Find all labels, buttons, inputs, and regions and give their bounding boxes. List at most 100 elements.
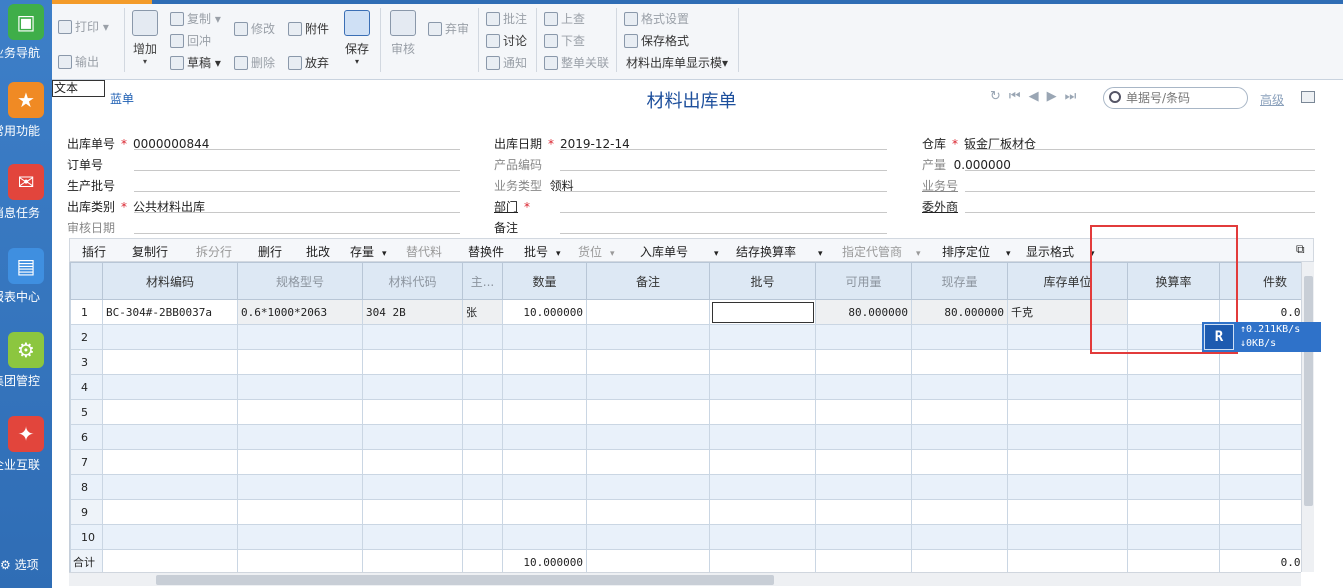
audit-icon bbox=[390, 10, 416, 36]
export-icon bbox=[58, 54, 72, 69]
dept-field[interactable]: 部门 * bbox=[494, 198, 536, 215]
discard-audit-button[interactable]: 弃审 bbox=[428, 20, 469, 37]
discuss-icon bbox=[486, 33, 500, 48]
sort-locate-button[interactable]: 排序定位 ▾ bbox=[942, 243, 1011, 260]
insert-row-button[interactable]: 插行 bbox=[82, 243, 106, 260]
options-button[interactable]: ⚙ 选项 bbox=[0, 556, 52, 573]
paperclip-icon bbox=[288, 21, 302, 36]
display-format-button[interactable]: 显示格式 ▾ bbox=[1026, 243, 1095, 260]
abandon-button[interactable]: 放弃 bbox=[288, 54, 329, 71]
print-button[interactable]: 打印 ▾ bbox=[58, 18, 109, 35]
total-row: 合计 10.000000 0.00000 bbox=[70, 549, 1301, 572]
gear-icon: ⚙ bbox=[0, 558, 11, 572]
advanced-link[interactable]: 高级 bbox=[1260, 91, 1284, 108]
col-rownum bbox=[70, 262, 103, 300]
annotate-button[interactable]: 批注 bbox=[486, 10, 527, 27]
table-row[interactable]: 9 bbox=[70, 499, 1301, 525]
whole-link-button[interactable]: 整单关联 bbox=[544, 54, 609, 71]
save-format-icon bbox=[624, 33, 638, 48]
audit-date-field: 审核日期 bbox=[67, 221, 116, 235]
first-record-icon[interactable]: ⏮ bbox=[1009, 89, 1021, 104]
down-query-button[interactable]: 下查 bbox=[544, 32, 585, 49]
outsource-field[interactable]: 委外商 bbox=[922, 198, 958, 215]
save-icon bbox=[344, 10, 370, 36]
col-remark[interactable]: 备注 bbox=[586, 262, 710, 300]
attach-button[interactable]: 附件 bbox=[288, 20, 329, 37]
table-row[interactable]: 5 bbox=[70, 399, 1301, 425]
table-row[interactable]: 10 bbox=[70, 524, 1301, 550]
search-input[interactable]: 单据号/条码 bbox=[1103, 87, 1248, 109]
substitute-button[interactable]: 替代料 bbox=[406, 243, 442, 260]
next-record-icon[interactable]: ▶ bbox=[1047, 89, 1057, 104]
link-icon bbox=[544, 55, 558, 70]
stock-button[interactable]: 存量 ▾ bbox=[350, 243, 387, 260]
delete-button[interactable]: 删除 bbox=[234, 54, 275, 71]
prev-record-icon[interactable]: ◀ bbox=[1029, 89, 1039, 104]
format-icon bbox=[624, 11, 638, 26]
copy-row-button[interactable]: 复制行 bbox=[132, 243, 168, 260]
notify-icon bbox=[486, 55, 500, 70]
custodian-button[interactable]: 指定代管商 ▾ bbox=[842, 243, 921, 260]
discuss-button[interactable]: 讨论 bbox=[486, 32, 527, 49]
batch-field[interactable]: 生产批号 bbox=[67, 177, 115, 194]
col-batch[interactable]: 批号 bbox=[709, 262, 816, 300]
abandon-icon bbox=[288, 55, 302, 70]
delete-icon bbox=[234, 55, 248, 70]
batch-no-button[interactable]: 批号 ▾ bbox=[524, 243, 561, 260]
sidebar-item-reports[interactable]: ▤ 报表中心 bbox=[0, 248, 52, 305]
save-format-button[interactable]: 保存格式 bbox=[624, 32, 689, 49]
col-mcode[interactable]: 材料代码 bbox=[362, 262, 463, 300]
product-code-field[interactable]: 产品编码 bbox=[494, 156, 542, 173]
add-button[interactable]: 增加 ▾ bbox=[132, 10, 158, 66]
replace-part-button[interactable]: 替换件 bbox=[468, 243, 504, 260]
org-chart-icon: ▣ bbox=[8, 4, 44, 40]
sidebar-item-group[interactable]: ⚙ 集团管控 bbox=[0, 332, 52, 389]
table-row[interactable]: 6 bbox=[70, 424, 1301, 450]
table-row[interactable]: 8 bbox=[70, 474, 1301, 500]
copy-button[interactable]: 复制 ▾ bbox=[170, 10, 221, 27]
up-query-icon bbox=[544, 11, 558, 26]
remark-field[interactable]: 备注 bbox=[494, 219, 518, 236]
record-navigation: ↻ ⏮ ◀ ▶ ⏭ bbox=[990, 89, 1076, 104]
table-row[interactable]: 7 bbox=[70, 449, 1301, 475]
horizontal-scrollbar[interactable] bbox=[69, 572, 1301, 586]
search-icon bbox=[1109, 91, 1121, 103]
split-row-button[interactable]: 拆分行 bbox=[196, 243, 232, 260]
format-settings-button[interactable]: 格式设置 bbox=[624, 10, 689, 27]
sidebar-item-nav[interactable]: ▣ 业务导航 bbox=[0, 4, 52, 61]
reverse-icon bbox=[170, 33, 184, 48]
notify-button[interactable]: 通知 bbox=[486, 54, 527, 71]
location-button[interactable]: 货位 ▾ bbox=[578, 243, 615, 260]
down-query-icon bbox=[544, 33, 558, 48]
refresh-icon[interactable]: ↻ bbox=[990, 89, 1001, 104]
balance-rate-button[interactable]: 结存换算率 ▾ bbox=[736, 243, 823, 260]
sidebar-item-messages[interactable]: ✉ 消息任务 bbox=[0, 164, 52, 221]
table-row[interactable]: 4 bbox=[70, 374, 1301, 400]
col-stock[interactable]: 现存量 bbox=[911, 262, 1008, 300]
sidebar-item-enterprise[interactable]: ✦ 企业互联 bbox=[0, 416, 52, 473]
layout-icon[interactable] bbox=[1301, 91, 1315, 103]
expand-icon[interactable]: ⧉ bbox=[1296, 242, 1305, 257]
biz-no-field[interactable]: 业务号 bbox=[922, 177, 958, 194]
draft-button[interactable]: 草稿 ▾ bbox=[170, 54, 221, 71]
col-spec[interactable]: 规格型号 bbox=[237, 262, 363, 300]
vertical-scrollbar[interactable] bbox=[1301, 262, 1314, 572]
mail-icon: ✉ bbox=[8, 164, 44, 200]
col-code[interactable]: 材料编码 bbox=[102, 262, 238, 300]
up-query-button[interactable]: 上查 bbox=[544, 10, 585, 27]
last-record-icon[interactable]: ⏭ bbox=[1065, 89, 1077, 104]
col-avail[interactable]: 可用量 bbox=[815, 262, 912, 300]
delete-row-button[interactable]: 删行 bbox=[258, 243, 282, 260]
save-button[interactable]: 保存 ▾ bbox=[344, 10, 370, 66]
display-template-select[interactable]: 材料出库单显示模 ▾ bbox=[626, 54, 728, 71]
order-no-field[interactable]: 订单号 bbox=[67, 156, 103, 173]
modify-button[interactable]: 修改 bbox=[234, 20, 275, 37]
reverse-button[interactable]: 回冲 bbox=[170, 32, 211, 49]
batch-edit-button[interactable]: 批改 bbox=[306, 243, 330, 260]
col-qty[interactable]: 数量 bbox=[502, 262, 587, 300]
col-main-unit[interactable]: 主... bbox=[462, 262, 503, 300]
export-button[interactable]: 输出 bbox=[58, 53, 99, 70]
in-order-no-button[interactable]: 入库单号 ▾ bbox=[640, 243, 719, 260]
top-accent-bar bbox=[52, 0, 1343, 4]
audit-button[interactable]: 审核 bbox=[390, 10, 416, 57]
